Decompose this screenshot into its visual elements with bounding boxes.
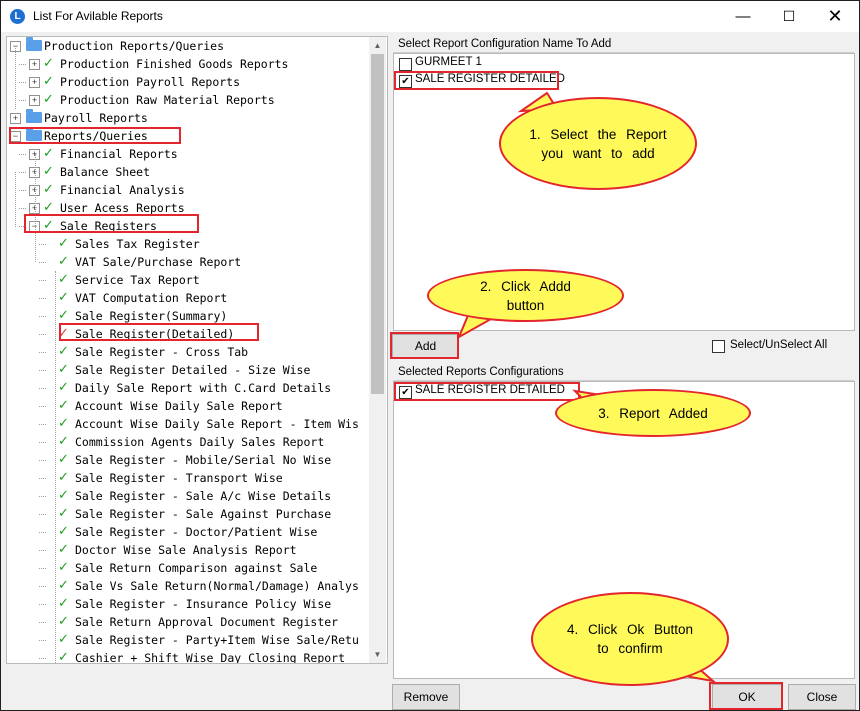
callout-step-2: 2. Click Addd button [427,269,624,322]
dialog-window: L List For Avilable Reports — ☐ ✕ − Produ… [0,0,860,711]
callout-step-3: 3. Report Added [555,389,751,437]
callout-tails [456,91,717,683]
callout-step-1: 1. Select the Report you want to add [499,97,697,190]
callout-step-4: 4. Click Ok Button to confirm [531,592,729,686]
